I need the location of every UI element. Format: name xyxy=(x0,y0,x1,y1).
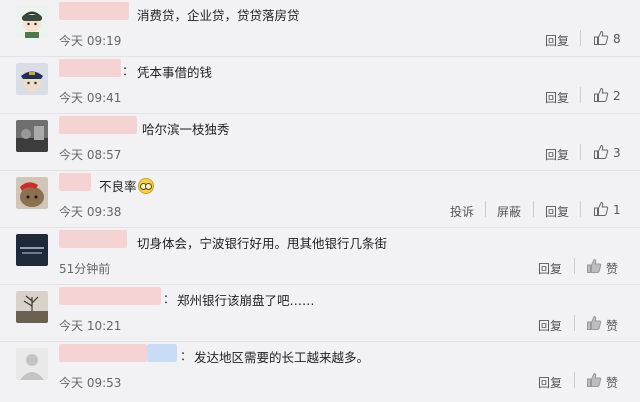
name-colon: ： xyxy=(180,349,193,363)
goggles-emoji-icon xyxy=(137,178,154,194)
avatar[interactable] xyxy=(16,6,48,38)
like-count: 2 xyxy=(613,89,621,103)
comment-time: 51分钟前 xyxy=(59,262,111,276)
divider xyxy=(533,201,534,217)
name-colon: ： xyxy=(122,64,135,78)
thumbs-up-icon[interactable] xyxy=(586,315,602,331)
thumbs-up-icon[interactable] xyxy=(586,258,602,274)
divider xyxy=(574,258,575,274)
like-count: 1 xyxy=(613,203,621,217)
divider xyxy=(580,144,581,160)
comment-item: ： 发达地区需要的长工越来越多。 今天 09:53 回复 赞 xyxy=(0,342,640,402)
comment-time: 今天 09:53 xyxy=(59,376,122,390)
thumbs-up-icon[interactable] xyxy=(593,144,609,160)
report-button[interactable]: 投诉 xyxy=(450,203,474,220)
comment-time: 今天 09:38 xyxy=(59,205,122,219)
like-label[interactable]: 赞 xyxy=(606,374,618,391)
divider xyxy=(574,315,575,331)
masked-username[interactable] xyxy=(59,287,161,305)
avatar[interactable] xyxy=(16,120,48,152)
comment-text: 切身体会，宁波银行好用。甩其他银行几条街 xyxy=(137,236,388,251)
comment-text: 不良率 xyxy=(99,176,154,195)
reply-button[interactable]: 回复 xyxy=(538,317,562,334)
masked-username[interactable] xyxy=(59,59,121,77)
masked-username-suffix[interactable] xyxy=(147,344,177,362)
avatar[interactable] xyxy=(16,177,48,209)
comment-time: 今天 08:57 xyxy=(59,148,122,162)
name-colon: ： xyxy=(163,292,176,306)
masked-username[interactable] xyxy=(59,116,137,134)
thumbs-up-icon[interactable] xyxy=(593,201,609,217)
comment-text: 消费贷，企业贷，贷贷落房贷 xyxy=(137,8,300,23)
comment-item: 消费贷，企业贷，贷贷落房贷 今天 09:19 回复 8 xyxy=(0,0,640,57)
comment-item: ： 凭本事借的钱 今天 09:41 回复 2 xyxy=(0,57,640,114)
divider xyxy=(580,201,581,217)
reply-button[interactable]: 回复 xyxy=(545,146,569,163)
comment-text: 郑州银行该崩盘了吧…… xyxy=(177,293,315,308)
masked-username[interactable] xyxy=(59,2,129,20)
avatar[interactable] xyxy=(16,63,48,95)
like-count: 3 xyxy=(613,146,621,160)
comment-item: ： 郑州银行该崩盘了吧…… 今天 10:21 回复 赞 xyxy=(0,285,640,342)
thumbs-up-icon[interactable] xyxy=(593,87,609,103)
divider xyxy=(574,372,575,388)
like-count: 8 xyxy=(613,32,621,46)
reply-button[interactable]: 回复 xyxy=(545,89,569,106)
like-label[interactable]: 赞 xyxy=(606,317,618,334)
comment-time: 今天 09:19 xyxy=(59,34,122,48)
reply-button[interactable]: 回复 xyxy=(545,32,569,49)
reply-button[interactable]: 回复 xyxy=(545,203,569,220)
divider xyxy=(485,201,486,217)
comment-item: 切身体会，宁波银行好用。甩其他银行几条街 51分钟前 回复 赞 xyxy=(0,228,640,285)
like-label[interactable]: 赞 xyxy=(606,260,618,277)
comment-text: 凭本事借的钱 xyxy=(137,65,213,80)
comment-time: 今天 10:21 xyxy=(59,319,122,333)
avatar[interactable] xyxy=(16,291,48,323)
comment-item: 哈尔滨一枝独秀 今天 08:57 回复 3 xyxy=(0,114,640,171)
divider xyxy=(580,87,581,103)
block-button[interactable]: 屏蔽 xyxy=(497,203,521,220)
comment-text: 哈尔滨一枝独秀 xyxy=(142,122,230,137)
reply-button[interactable]: 回复 xyxy=(538,374,562,391)
thumbs-up-icon[interactable] xyxy=(593,30,609,46)
comment-time: 今天 09:41 xyxy=(59,91,122,105)
thumbs-up-icon[interactable] xyxy=(586,372,602,388)
comment-item: 不良率 今天 09:38 投诉 屏蔽 回复 1 xyxy=(0,171,640,228)
avatar[interactable] xyxy=(16,234,48,266)
default-avatar-icon[interactable] xyxy=(16,348,48,380)
comment-text: 发达地区需要的长工越来越多。 xyxy=(194,350,370,365)
masked-username[interactable] xyxy=(59,344,147,362)
reply-button[interactable]: 回复 xyxy=(538,260,562,277)
masked-username[interactable] xyxy=(59,230,127,248)
comment-list: 消费贷，企业贷，贷贷落房贷 今天 09:19 回复 8 ： 凭本事借的钱 今天 … xyxy=(0,0,640,402)
divider xyxy=(580,30,581,46)
masked-username[interactable] xyxy=(59,173,91,191)
